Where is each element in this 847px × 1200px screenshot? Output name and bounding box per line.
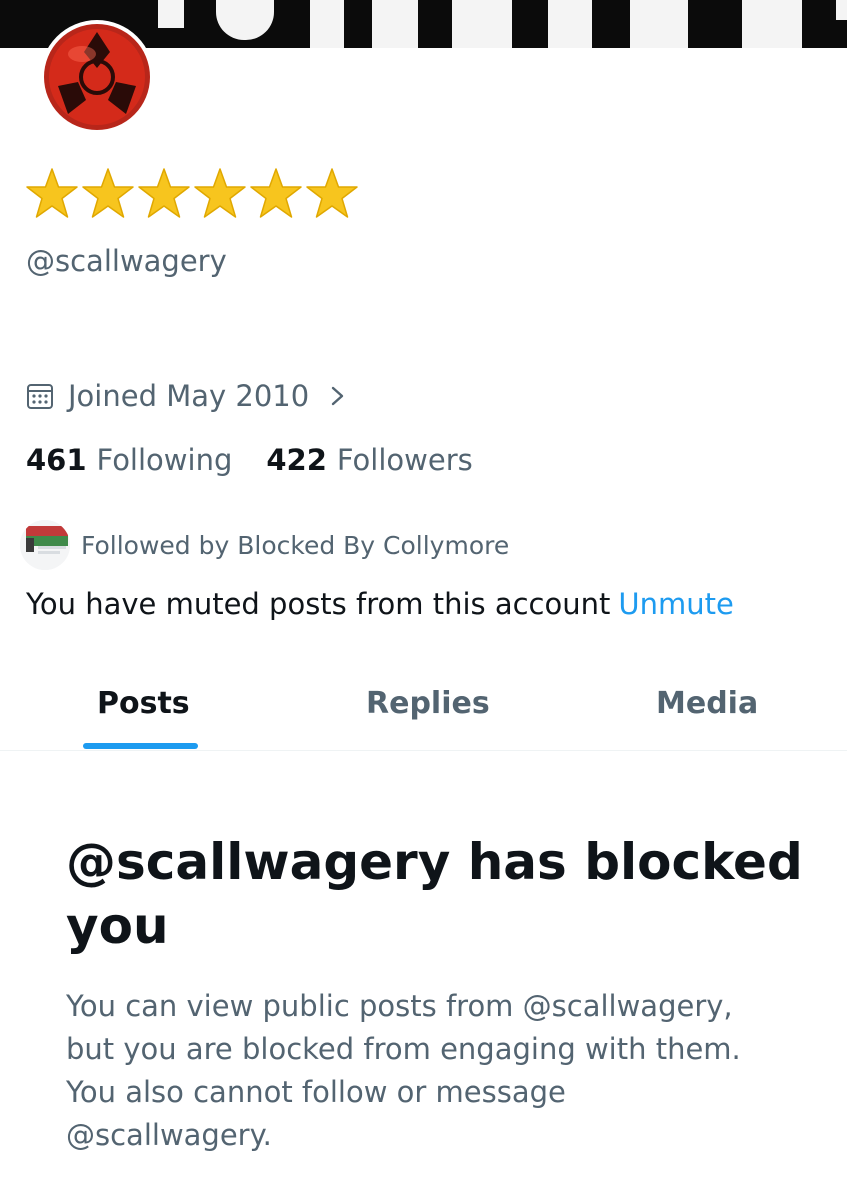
star-icon — [26, 168, 78, 218]
followed-by-text: Followed by Blocked By Collymore — [81, 530, 510, 560]
profile-tabs: Posts Replies Media — [0, 660, 847, 751]
follow-stats: 461 Following 422 Followers — [26, 443, 473, 477]
blocked-description: You can view public posts from @scallwag… — [66, 989, 741, 1152]
muted-notice-text: You have muted posts from this account — [26, 587, 611, 621]
calendar-icon — [27, 384, 53, 409]
blocked-title: @scallwagery has blocked you — [66, 833, 803, 955]
following-label: Following — [96, 443, 233, 477]
star-icon — [250, 168, 302, 218]
tab-media[interactable]: Media — [656, 686, 758, 721]
profile-handle: @scallwagery — [26, 244, 227, 278]
tab-posts[interactable]: Posts — [97, 686, 190, 721]
followed-by-row[interactable]: Followed by Blocked By Collymore — [20, 520, 509, 570]
followers-link[interactable]: 422 Followers — [266, 443, 472, 477]
following-count: 461 — [26, 443, 87, 477]
tab-replies[interactable]: Replies — [366, 686, 490, 721]
star-icon — [82, 168, 134, 218]
following-link[interactable]: 461 Following — [26, 443, 232, 477]
profile-avatar[interactable] — [40, 20, 154, 134]
star-icon — [194, 168, 246, 218]
followers-count: 422 — [266, 443, 327, 477]
followers-label: Followers — [336, 443, 473, 477]
muted-notice: You have muted posts from this account Un… — [26, 587, 734, 621]
active-tab-indicator — [83, 743, 198, 749]
chevron-right-icon — [331, 386, 344, 406]
star-icon — [306, 168, 358, 218]
joined-date-row[interactable]: Joined May 2010 — [26, 376, 347, 416]
unmute-link[interactable]: Unmute — [618, 587, 733, 621]
joined-date-text: Joined May 2010 — [68, 379, 310, 413]
follower-avatar — [20, 520, 70, 570]
display-name — [24, 166, 360, 222]
star-icon — [138, 168, 190, 218]
football-avatar-image — [44, 24, 150, 130]
